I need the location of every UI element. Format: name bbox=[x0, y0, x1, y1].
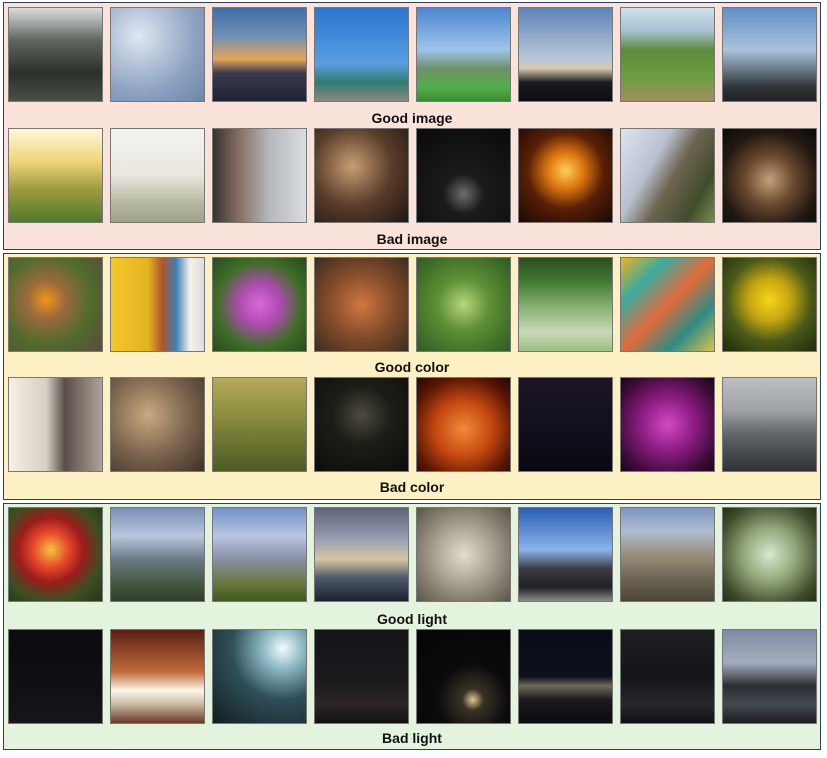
yellow-wall-corner-thumbnail bbox=[110, 257, 205, 352]
dark-city-night-thumbnail bbox=[8, 629, 103, 724]
concert-stage-thumbnail bbox=[722, 128, 817, 223]
bad-image-caption: Bad image bbox=[376, 231, 448, 247]
dim-harbor-night-thumbnail bbox=[314, 629, 409, 724]
sun-flare-hills-thumbnail bbox=[212, 507, 307, 602]
bad-light-caption: Bad light bbox=[382, 730, 442, 746]
dark-blur-lights-thumbnail bbox=[416, 128, 511, 223]
ornate-gate-thumbnail bbox=[314, 7, 409, 102]
dim-tent-interior-thumbnail bbox=[314, 128, 409, 223]
good-light-row bbox=[8, 507, 817, 602]
autumn-leaves-thumbnail bbox=[314, 257, 409, 352]
city-skyline-dusk-thumbnail bbox=[518, 7, 613, 102]
mountain-valley-thumbnail bbox=[110, 507, 205, 602]
orange-vase-thumbnail bbox=[416, 377, 511, 472]
night-lights-street-thumbnail bbox=[518, 629, 613, 724]
garden-path-thumbnail bbox=[620, 7, 715, 102]
overexposed-tree-thumbnail bbox=[8, 128, 103, 223]
colorful-scales-thumbnail bbox=[620, 257, 715, 352]
panel-light: Good light Bad light bbox=[3, 503, 821, 750]
panel-color: Good color Bad color bbox=[3, 253, 821, 500]
bay-mountain-thumbnail bbox=[416, 7, 511, 102]
dim-coastline-thumbnail bbox=[722, 629, 817, 724]
bad-image-row bbox=[8, 128, 817, 223]
sunset-canal-thumbnail bbox=[212, 7, 307, 102]
empty-gallery-hall-thumbnail bbox=[722, 377, 817, 472]
motion-blur-person-thumbnail bbox=[212, 128, 307, 223]
pink-azalea-thumbnail bbox=[212, 257, 307, 352]
rocky-desert-hills-thumbnail bbox=[620, 507, 715, 602]
washed-office-worker-thumbnail bbox=[8, 377, 103, 472]
blurry-field-thumbnail bbox=[110, 128, 205, 223]
dark-purple-scene-thumbnail bbox=[518, 377, 613, 472]
cloud-texture-thumbnail bbox=[110, 7, 205, 102]
murky-green-room-thumbnail bbox=[212, 377, 307, 472]
bright-window-glare-thumbnail bbox=[212, 629, 307, 724]
red-rose-thumbnail bbox=[8, 507, 103, 602]
good-image-caption: Good image bbox=[371, 110, 453, 126]
bad-light-row bbox=[8, 629, 817, 724]
good-light-caption: Good light bbox=[377, 611, 447, 627]
night-tower-lights-thumbnail bbox=[314, 377, 409, 472]
bad-color-caption: Bad color bbox=[379, 479, 445, 495]
good-color-row bbox=[8, 257, 817, 352]
good-image-row bbox=[8, 7, 817, 102]
overexposed-headlights-thumbnail bbox=[110, 629, 205, 724]
bad-color-row bbox=[8, 377, 817, 472]
orange-figure-dark-thumbnail bbox=[518, 128, 613, 223]
good-color-caption: Good color bbox=[374, 359, 450, 375]
blurry-tree-trunk-thumbnail bbox=[620, 128, 715, 223]
gravel-pebbles-thumbnail bbox=[110, 377, 205, 472]
painted-vases-thumbnail bbox=[416, 507, 511, 602]
panel-image-quality: Good image Bad image bbox=[3, 2, 821, 250]
dark-parking-lot-thumbnail bbox=[620, 629, 715, 724]
backlit-sprigs-thumbnail bbox=[722, 507, 817, 602]
steam-locomotive-thumbnail bbox=[518, 507, 613, 602]
butterfly-flowers-thumbnail bbox=[8, 257, 103, 352]
green-plant-closeup-thumbnail bbox=[416, 257, 511, 352]
wildflower-meadow-thumbnail bbox=[518, 257, 613, 352]
magenta-guitarist-thumbnail bbox=[620, 377, 715, 472]
forest-sunbeams-thumbnail bbox=[8, 7, 103, 102]
dark-tree-lights-thumbnail bbox=[416, 629, 511, 724]
lighthouse-coast-thumbnail bbox=[722, 7, 817, 102]
yellow-daisies-thumbnail bbox=[722, 257, 817, 352]
stormy-sunset-sea-thumbnail bbox=[314, 507, 409, 602]
